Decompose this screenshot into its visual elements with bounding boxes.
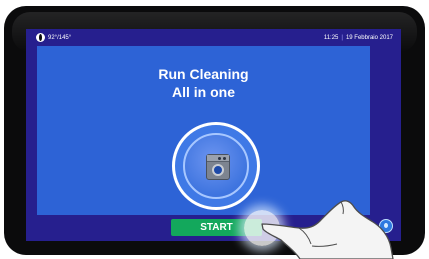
program-title-line1: Run Cleaning [158,66,249,82]
datetime-readout: 11:25 | 19 Febbraio 2017 [324,35,393,41]
info-icon[interactable] [379,219,393,233]
date-text: 19 Febbraio 2017 [345,35,393,41]
touch-highlight [244,210,280,246]
washer-knob [218,157,221,160]
status-bar: 92°/145° 11:25 | 19 Febbraio 2017 [26,29,401,46]
program-selector[interactable] [172,122,260,210]
program-title-line2: All in one [172,84,235,100]
status-separator: | [341,35,343,41]
globe-icon [36,33,45,42]
program-icon-ring [183,133,249,199]
status-left: 92°/145° [36,33,71,42]
program-panel: Run Cleaning All in one [37,46,370,215]
temperature-readout: 92°/145° [48,34,72,41]
time-text: 11:25 [323,35,339,41]
control-screen: 92°/145° 11:25 | 19 Febbraio 2017 Run Clea… [26,29,401,241]
washer-knob [223,157,226,160]
washer-icon [206,154,230,180]
washer-door [212,164,224,176]
